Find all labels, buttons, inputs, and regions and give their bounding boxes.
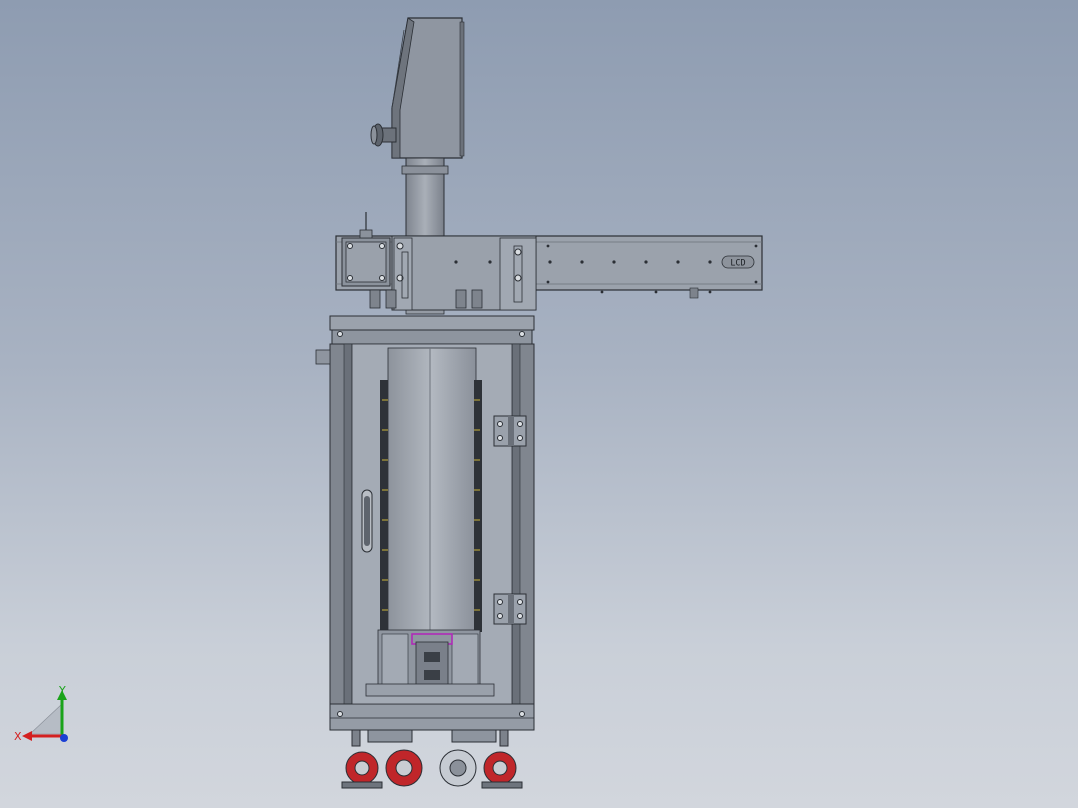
y-axis-label: Y	[58, 684, 66, 697]
hinge-top	[493, 415, 527, 447]
cad-viewport[interactable]: LCD Y X	[0, 0, 1078, 808]
caster-left	[341, 729, 423, 789]
control-box	[391, 17, 465, 159]
name-tag: LCD	[721, 255, 755, 269]
orientation-triad: Y X	[14, 684, 68, 743]
lift-carriage	[365, 629, 495, 697]
door-handle[interactable]	[361, 489, 373, 553]
triad-plane	[29, 703, 63, 735]
hinge-bottom	[493, 593, 527, 625]
z-axis-icon	[60, 734, 68, 742]
caster-right	[439, 729, 523, 789]
motor-icon	[341, 212, 391, 287]
horizontal-arm	[335, 235, 763, 311]
name-tag-text: LCD	[730, 259, 745, 269]
machine-model[interactable]: LCD	[0, 0, 1078, 808]
x-axis-label: X	[14, 730, 22, 743]
